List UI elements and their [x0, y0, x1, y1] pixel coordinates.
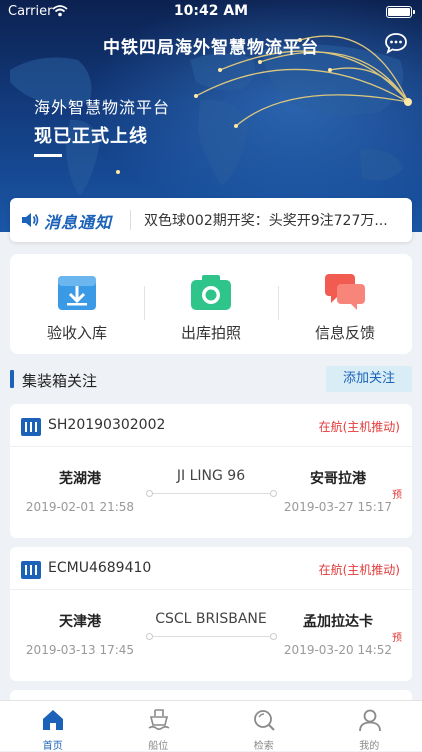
- route-start-dot: [146, 633, 153, 640]
- origin-port: 芜湖港: [20, 468, 140, 488]
- search-icon: [251, 707, 277, 733]
- origin-port: 天津港: [20, 611, 140, 631]
- vessel-name: JI LING 96: [140, 468, 282, 484]
- quick-actions: 验收入库 出库拍照 信息反馈: [10, 254, 412, 354]
- action-label: 出库拍照: [144, 322, 278, 343]
- container-card[interactable]: SH20190302002 在航(主机推动) 芜湖港 JI LING 96 安哥…: [10, 404, 412, 538]
- destination-port: 孟加拉达卡: [278, 611, 398, 631]
- divider: [130, 210, 131, 230]
- divider: [10, 589, 412, 590]
- notice-label: 消息通知: [44, 209, 112, 233]
- vessel-name: CSCL BRISBANE: [140, 611, 282, 627]
- container-card[interactable]: ECMU4689410 在航(主机推动) 天津港 CSCL BRISBANE 孟…: [10, 547, 412, 681]
- ship-icon: [146, 707, 172, 733]
- notice-text[interactable]: 双色球002期开奖：头奖开9注727万...: [144, 210, 402, 230]
- tab-profile[interactable]: 我的: [317, 701, 422, 751]
- action-label: 验收入库: [10, 322, 144, 343]
- section-title: 集装箱关注: [22, 370, 97, 391]
- clock-time: 10:42 AM: [0, 3, 422, 19]
- status-badge: 在航(主机推动): [319, 561, 400, 578]
- add-follow-button[interactable]: 添加关注: [326, 366, 412, 392]
- notice-bar[interactable]: 消息通知 双色球002期开奖：头奖开9注727万...: [10, 198, 412, 242]
- estimate-flag: 预: [392, 486, 402, 501]
- arrival-date: 2019-03-20 14:52: [278, 643, 398, 657]
- route-end-dot: [270, 490, 277, 497]
- status-badge: 在航(主机推动): [319, 418, 400, 435]
- estimate-flag: 预: [392, 629, 402, 644]
- action-feedback[interactable]: 信息反馈: [278, 254, 412, 354]
- container-id: SH20190302002: [48, 417, 165, 433]
- user-icon: [357, 707, 383, 733]
- battery-icon: [386, 6, 412, 18]
- container-icon: [20, 560, 42, 580]
- action-label: 信息反馈: [278, 322, 412, 343]
- action-inbound[interactable]: 验收入库: [10, 254, 144, 354]
- chat-feedback-icon: [323, 272, 367, 312]
- bottom-tab-bar: 首页 船位 检索 我的: [0, 700, 422, 751]
- container-icon: [20, 417, 42, 437]
- message-icon[interactable]: [384, 32, 408, 54]
- route-start-dot: [146, 490, 153, 497]
- speaker-icon: [20, 211, 40, 229]
- divider: [10, 446, 412, 447]
- arrival-date: 2019-03-27 15:17: [278, 500, 398, 514]
- action-outbound-photo[interactable]: 出库拍照: [144, 254, 278, 354]
- camera-icon: [189, 272, 233, 312]
- route-end-dot: [270, 633, 277, 640]
- banner-underline: [34, 154, 62, 157]
- inbox-download-icon: [55, 272, 99, 312]
- route-line: [150, 493, 272, 494]
- departure-date: 2019-02-01 21:58: [20, 500, 140, 514]
- section-accent-bar: [10, 370, 14, 388]
- tab-home[interactable]: 首页: [0, 701, 106, 751]
- container-id: ECMU4689410: [48, 560, 151, 576]
- banner-headline: 现已正式上线: [34, 122, 148, 148]
- status-bar: Carrier 10:42 AM: [0, 0, 422, 24]
- tab-search[interactable]: 检索: [211, 701, 317, 751]
- banner-subtitle: 海外智慧物流平台: [34, 94, 170, 118]
- route-line: [150, 636, 272, 637]
- page-title: 中铁四局海外智慧物流平台: [0, 33, 422, 58]
- tab-ship-position[interactable]: 船位: [106, 701, 212, 751]
- destination-port: 安哥拉港: [278, 468, 398, 488]
- home-icon: [40, 707, 66, 733]
- departure-date: 2019-03-13 17:45: [20, 643, 140, 657]
